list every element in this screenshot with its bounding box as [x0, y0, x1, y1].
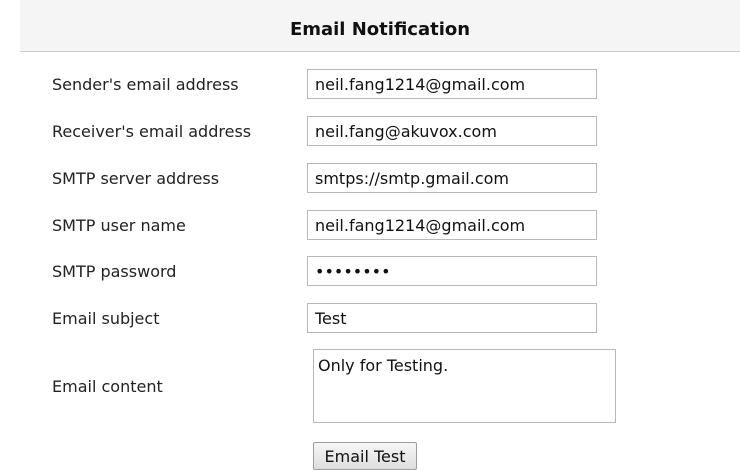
email-content-textarea[interactable]: Only for Testing. — [313, 349, 616, 423]
receiver-email-label: Receiver's email address — [52, 122, 252, 141]
section-header: Email Notification — [20, 0, 740, 52]
sender-email-label: Sender's email address — [52, 75, 239, 94]
smtp-username-input[interactable] — [307, 210, 597, 240]
receiver-email-input[interactable] — [307, 116, 597, 146]
email-content-label: Email content — [52, 377, 163, 396]
smtp-server-label: SMTP server address — [52, 169, 220, 188]
email-test-button[interactable]: Email Test — [313, 442, 417, 470]
page-title: Email Notification — [289, 19, 471, 40]
email-subject-input[interactable] — [307, 303, 597, 333]
email-subject-label: Email subject — [52, 309, 160, 328]
smtp-server-input[interactable] — [307, 163, 597, 193]
email-notification-page: Email Notification Sender's email addres… — [0, 0, 740, 470]
smtp-password-input[interactable] — [307, 256, 597, 286]
smtp-username-label: SMTP user name — [52, 216, 186, 235]
smtp-password-label: SMTP password — [52, 262, 177, 281]
sender-email-input[interactable] — [307, 69, 597, 99]
